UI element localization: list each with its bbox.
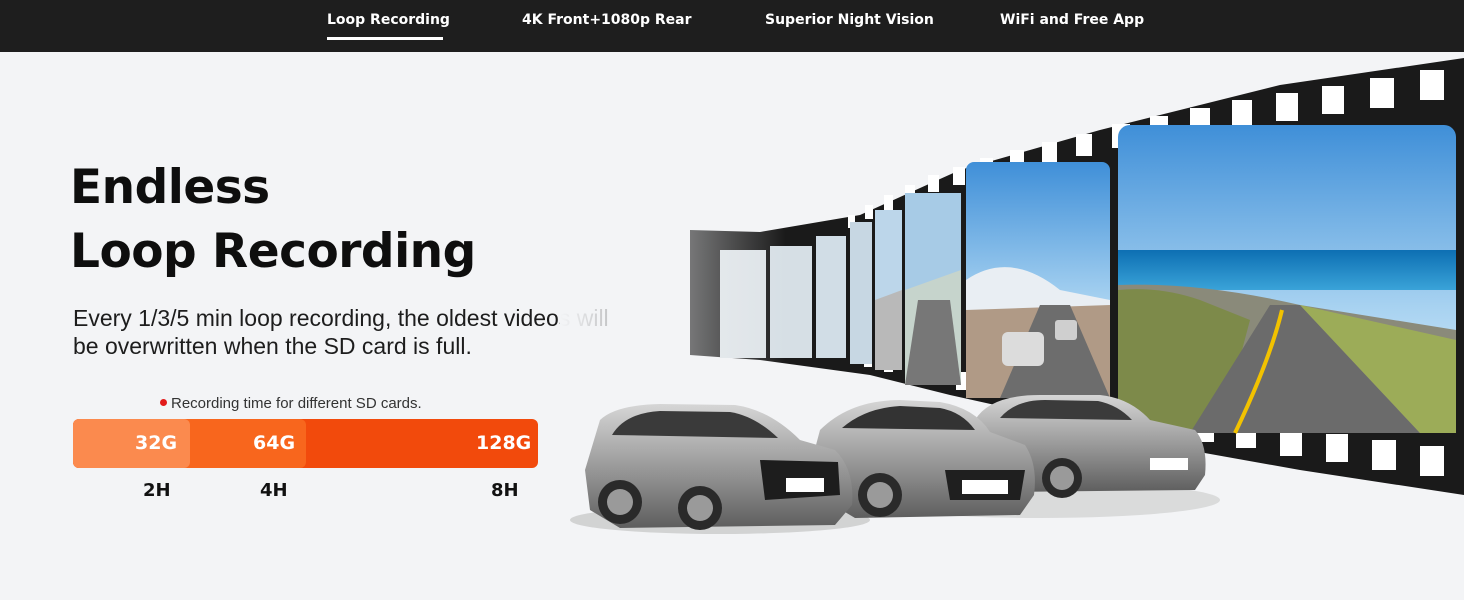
label-32g: 32G [135,432,178,454]
page-title: Endless Loop Recording [70,156,476,284]
label-64g: 64G [253,432,296,454]
tab-wifi-app[interactable]: WiFi and Free App [1000,12,1144,40]
label-128g: 128G [476,432,532,454]
tab-4k-front-rear[interactable]: 4K Front+1080p Rear [522,12,692,40]
top-navigation: Loop Recording 4K Front+1080p Rear Super… [0,0,1464,52]
film-strip-cars-illustration [560,52,1464,600]
title-line-1: Endless [70,160,270,215]
tab-loop-recording[interactable]: Loop Recording [327,12,450,40]
cars [570,395,1220,534]
title-line-2: Loop Recording [70,224,476,279]
note-text: Recording time for different SD cards. [171,395,422,412]
time-64g: 4H [260,480,288,501]
time-128g: 8H [491,480,519,501]
sd-capacity-bar: 32G 64G 128G [73,419,538,468]
time-32g: 2H [143,480,171,501]
feature-description: Every 1/3/5 min loop recording, the olde… [73,305,609,359]
tab-night-vision[interactable]: Superior Night Vision [765,12,934,40]
recording-time-note: Recording time for different SD cards. [160,395,422,412]
red-dot-icon [160,399,167,406]
